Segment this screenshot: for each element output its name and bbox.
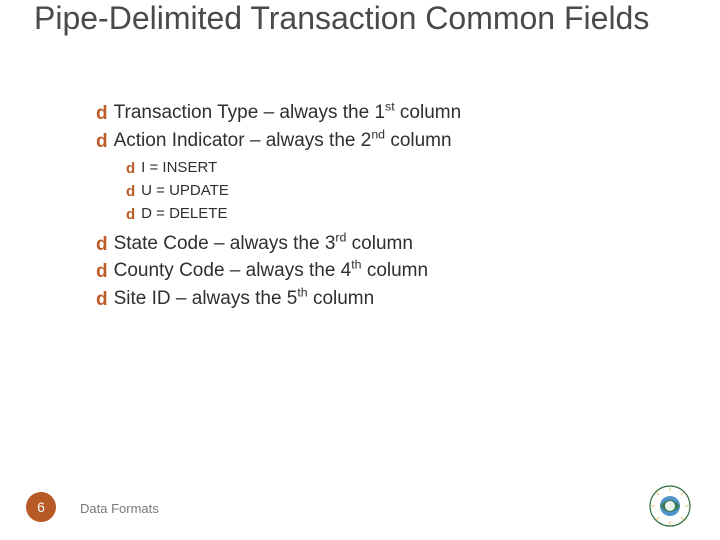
bullet-state-code: d State Code – always the 3rd column (96, 231, 660, 257)
sub-bullets-action: d I = INSERT d U = UPDATE d D = DELETE (126, 157, 660, 224)
bullet-text: Transaction Type – always the 1st column (114, 102, 462, 123)
page-title: Pipe-Delimited Transaction Common Fields (34, 0, 680, 37)
bullet-text: I = INSERT (141, 159, 217, 176)
footer-label: Data Formats (80, 501, 159, 516)
sub-bullet-insert: d I = INSERT (126, 157, 660, 179)
bullet-text: Action Indicator – always the 2nd column (114, 130, 452, 151)
bullet-icon: d (126, 181, 135, 203)
slide-footer: 6 Data Formats (0, 484, 720, 540)
slide-body: d Transaction Type – always the 1st colum… (96, 100, 660, 313)
bullet-icon: d (126, 158, 135, 180)
bullet-site-id: d Site ID – always the 5th column (96, 286, 660, 312)
bullet-county-code: d County Code – always the 4th column (96, 258, 660, 284)
bullet-text: State Code – always the 3rd column (114, 233, 413, 254)
bullet-icon: d (126, 204, 135, 226)
bullet-text: D = DELETE (141, 205, 227, 222)
bullet-icon: d (96, 232, 108, 258)
slide: Pipe-Delimited Transaction Common Fields… (0, 0, 720, 540)
sub-bullet-update: d U = UPDATE (126, 180, 660, 202)
bullet-transaction-type: d Transaction Type – always the 1st colum… (96, 100, 660, 126)
bullet-text: County Code – always the 4th column (114, 260, 428, 281)
epa-logo-icon (648, 484, 692, 528)
bullet-icon: d (96, 259, 108, 285)
bullet-icon: d (96, 101, 108, 127)
sub-bullet-delete: d D = DELETE (126, 203, 660, 225)
page-number-badge: 6 (26, 492, 56, 522)
bullet-icon: d (96, 129, 108, 155)
bullet-text: U = UPDATE (141, 182, 229, 199)
bullet-action-indicator: d Action Indicator – always the 2nd colum… (96, 128, 660, 154)
bullet-text: Site ID – always the 5th column (114, 288, 375, 309)
bullet-icon: d (96, 287, 108, 313)
